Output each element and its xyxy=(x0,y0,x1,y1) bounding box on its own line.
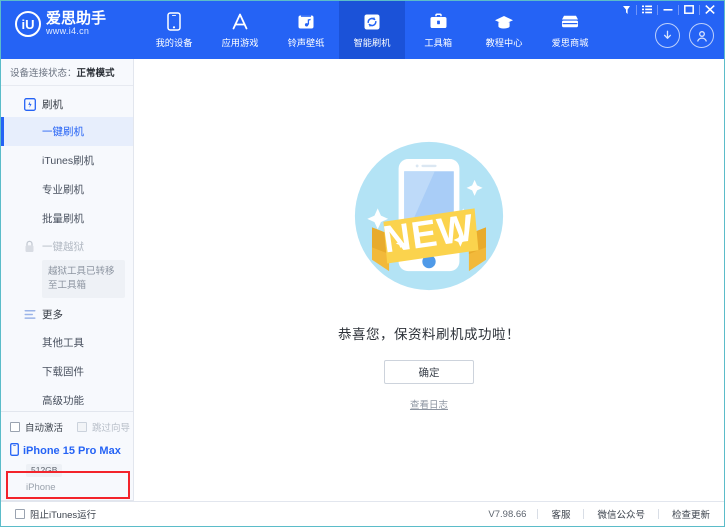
customer-service-link[interactable]: 客服 xyxy=(538,507,583,521)
success-message: 恭喜您，保资料刷机成功啦！ xyxy=(338,327,520,342)
tab-label: 智能刷机 xyxy=(353,37,391,49)
nav-tabs: 我的设备 应用游戏 铃声壁纸 智能刷机 工具箱 教程中心 爱思商城 xyxy=(141,1,603,59)
version-text: V7.98.66 xyxy=(488,508,527,520)
sidebar-item-one-click-flash[interactable]: 一键刷机 xyxy=(1,117,133,146)
jailbreak-moved-tooltip: 越狱工具已转移至工具箱 xyxy=(42,260,125,298)
tab-toolbox[interactable]: 工具箱 xyxy=(405,1,471,59)
sidebar-group-jailbreak: 一键越狱 xyxy=(1,233,133,259)
list-menu-icon xyxy=(23,308,36,321)
refresh-icon xyxy=(362,12,382,32)
sidebar-item-batch-flash[interactable]: 批量刷机 xyxy=(1,204,133,233)
footer-links: V7.98.66 客服 微信公众号 检查更新 xyxy=(488,507,714,522)
sidebar-item-advanced-features[interactable]: 高级功能 xyxy=(1,386,133,405)
main-content: NEW 恭喜您，保资料刷机成功啦！ 确定 查看日志 xyxy=(134,59,724,501)
brand-url: www.i4.cn xyxy=(46,26,90,37)
phone-small-icon xyxy=(10,442,19,459)
device-name-row: iPhone 15 Pro Max xyxy=(10,442,133,459)
view-log-link[interactable]: 查看日志 xyxy=(410,397,448,411)
sidebar-group-label: 刷机 xyxy=(42,98,63,111)
minimize-icon[interactable] xyxy=(658,1,678,18)
toolbox-icon xyxy=(428,12,448,32)
device-type: iPhone xyxy=(26,482,56,494)
block-itunes-row[interactable]: 阻止iTunes运行 xyxy=(15,507,96,521)
new-phone-badge-illustration: NEW xyxy=(334,121,524,311)
block-itunes-checkbox[interactable] xyxy=(15,509,25,519)
sidebar-item-label: 专业刷机 xyxy=(42,184,84,196)
block-itunes-label: 阻止iTunes运行 xyxy=(30,510,97,521)
tab-label: 工具箱 xyxy=(424,37,452,49)
download-icon[interactable] xyxy=(655,23,680,48)
tab-label: 我的设备 xyxy=(155,37,193,49)
confirm-button[interactable]: 确定 xyxy=(384,360,474,384)
tab-label: 铃声壁纸 xyxy=(287,37,325,49)
device-capacity-badge: 512GB xyxy=(26,463,63,477)
tab-label: 爱思商城 xyxy=(551,37,589,49)
brand-logo-area: iU 爱思助手 www.i4.cn xyxy=(1,1,141,37)
sidebar-item-label: 高级功能 xyxy=(42,394,84,405)
sidebar-item-label: 其他工具 xyxy=(42,336,84,349)
sidebar-item-label: 批量刷机 xyxy=(42,213,84,225)
window-controls xyxy=(616,1,720,18)
sidebar-item-other-tools[interactable]: 其他工具 xyxy=(1,328,133,357)
wechat-official-link[interactable]: 微信公众号 xyxy=(584,507,658,521)
brand-name: 爱思助手 xyxy=(46,10,107,28)
auto-activate-options-row: 自动激活 跳过向导 xyxy=(1,412,133,441)
sidebar-item-label: 一键刷机 xyxy=(42,126,84,138)
tab-label: 应用游戏 xyxy=(221,37,259,49)
skip-wizard-label: 跳过向导 xyxy=(92,422,131,434)
app-window: iU 爱思助手 www.i4.cn 我的设备 应用游戏 铃声壁纸 智能刷机 工具… xyxy=(0,0,725,527)
user-account-icon[interactable] xyxy=(689,23,714,48)
appstore-icon xyxy=(230,12,250,32)
sidebar-bottom-divider xyxy=(1,500,133,501)
auto-activate-checkbox[interactable] xyxy=(10,421,20,432)
auto-activate-label: 自动激活 xyxy=(25,422,64,434)
account-area xyxy=(655,23,714,48)
sidebar: 设备连接状态： 正常模式 刷机 一键刷机 iTunes刷机 专业刷机 批量刷机 … xyxy=(1,59,134,501)
top-navigation-bar: iU 爱思助手 www.i4.cn 我的设备 应用游戏 铃声壁纸 智能刷机 工具… xyxy=(1,1,724,59)
content-row: 设备连接状态： 正常模式 刷机 一键刷机 iTunes刷机 专业刷机 批量刷机 … xyxy=(1,59,724,501)
phone-icon xyxy=(164,12,184,32)
sidebar-group-more: 更多 xyxy=(1,302,133,328)
sidebar-group-label: 更多 xyxy=(42,309,63,322)
lock-icon xyxy=(23,240,36,253)
sidebar-item-pro-flash[interactable]: 专业刷机 xyxy=(1,175,133,204)
tab-apps-games[interactable]: 应用游戏 xyxy=(207,1,273,59)
sidebar-item-label: iTunes刷机 xyxy=(42,155,95,167)
tab-label: 教程中心 xyxy=(485,37,523,49)
tab-ringtones-wallpapers[interactable]: 铃声壁纸 xyxy=(273,1,339,59)
flash-device-icon xyxy=(23,97,36,111)
check-update-link[interactable]: 检查更新 xyxy=(659,507,714,521)
sidebar-item-itunes-flash[interactable]: iTunes刷机 xyxy=(1,146,133,175)
maximize-icon[interactable] xyxy=(679,1,699,18)
store-icon xyxy=(560,12,580,32)
pin-icon[interactable] xyxy=(616,1,636,18)
sidebar-group-flash: 刷机 xyxy=(1,91,133,117)
status-bar: 阻止iTunes运行 V7.98.66 客服 微信公众号 检查更新 xyxy=(1,501,724,526)
logo-letters: iU xyxy=(21,16,35,32)
graduation-cap-icon xyxy=(494,12,514,32)
tab-my-device[interactable]: 我的设备 xyxy=(141,1,207,59)
tab-smart-flash[interactable]: 智能刷机 xyxy=(339,1,405,59)
skip-wizard-checkbox[interactable] xyxy=(77,421,88,432)
connected-device-info[interactable]: iPhone 15 Pro Max 512GB iPhone xyxy=(1,441,133,494)
device-connection-status: 设备连接状态： 正常模式 xyxy=(1,59,133,86)
device-name: iPhone 15 Pro Max xyxy=(23,444,121,457)
close-icon[interactable] xyxy=(700,1,720,18)
tab-tutorial-center[interactable]: 教程中心 xyxy=(471,1,537,59)
tab-aisi-store[interactable]: 爱思商城 xyxy=(537,1,603,59)
sidebar-item-download-firmware[interactable]: 下载固件 xyxy=(1,357,133,386)
sidebar-group-label: 一键越狱 xyxy=(42,240,84,253)
aisi-logo-icon: iU xyxy=(15,11,41,37)
brand-text: 爱思助手 www.i4.cn xyxy=(46,11,106,36)
menu-icon[interactable] xyxy=(637,1,657,18)
device-status-label: 设备连接状态： xyxy=(10,68,77,79)
sidebar-item-label: 下载固件 xyxy=(42,365,84,378)
sidebar-nav: 刷机 一键刷机 iTunes刷机 专业刷机 批量刷机 一键越狱 越狱工具已转移至… xyxy=(1,86,133,405)
music-icon xyxy=(296,12,316,32)
device-status-value: 正常模式 xyxy=(76,68,115,79)
